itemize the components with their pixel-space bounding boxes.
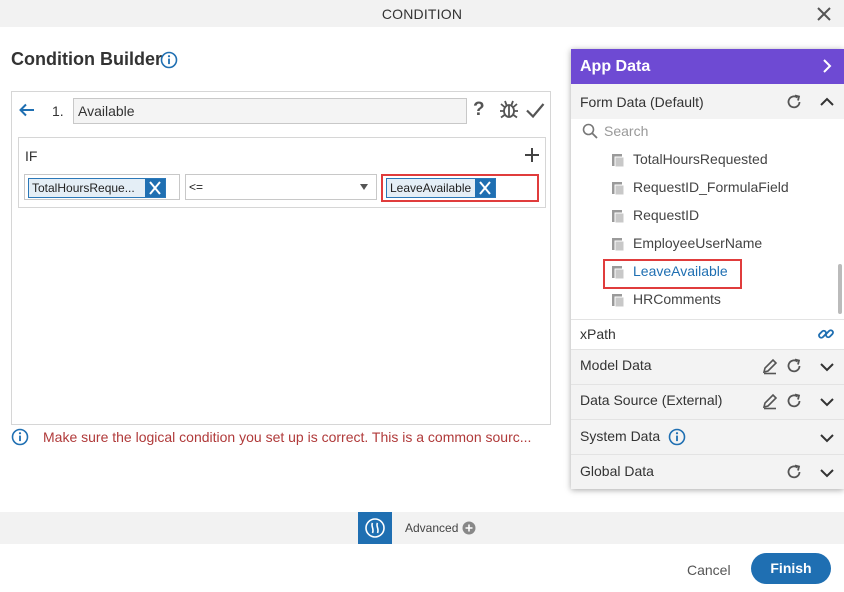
- right-operand-field[interactable]: LeaveAvailable: [381, 174, 539, 202]
- search-icon: [582, 123, 598, 139]
- app-data-panel: App Data Form Data (Default) TotalHoursR…: [571, 49, 844, 489]
- section-label: Model Data: [580, 357, 652, 373]
- field-icon: [612, 266, 625, 280]
- advanced-icon: [365, 518, 385, 538]
- help-icon[interactable]: ?: [473, 99, 489, 121]
- check-icon[interactable]: [524, 99, 546, 121]
- refresh-icon[interactable]: [785, 357, 803, 375]
- field-icon: [612, 154, 625, 168]
- chevron-right-icon[interactable]: [819, 58, 835, 74]
- chevron-up-icon[interactable]: [818, 93, 836, 111]
- section-label: xPath: [580, 326, 616, 342]
- refresh-icon[interactable]: [785, 93, 803, 111]
- left-operand-chip: TotalHoursReque...: [28, 178, 166, 198]
- right-operand-chip: LeaveAvailable: [386, 178, 496, 198]
- if-label: IF: [25, 148, 38, 164]
- operator-select[interactable]: <=: [185, 174, 377, 200]
- chevron-down-icon[interactable]: [818, 393, 836, 411]
- chevron-down-icon[interactable]: [818, 429, 836, 447]
- search-row: [571, 119, 844, 143]
- page-title: Condition Builder: [11, 49, 162, 69]
- advanced-button[interactable]: [358, 512, 392, 544]
- advanced-label[interactable]: Advanced: [405, 521, 458, 535]
- field-icon: [612, 238, 625, 252]
- info-icon[interactable]: [668, 428, 686, 446]
- link-icon[interactable]: [817, 325, 835, 343]
- condition-panel: 1. ? IF TotalHoursReque... <= LeaveA: [11, 91, 551, 425]
- field-name: LeaveAvailable: [633, 263, 728, 279]
- section-label: Form Data (Default): [580, 94, 704, 110]
- section-system-data[interactable]: System Data: [571, 419, 844, 454]
- app-data-header: App Data: [571, 49, 844, 84]
- section-label: System Data: [580, 428, 661, 444]
- close-icon[interactable]: [814, 4, 834, 24]
- field-name: EmployeeUserName: [633, 235, 763, 251]
- field-icon: [612, 210, 625, 224]
- edit-icon[interactable]: [761, 357, 779, 375]
- search-input[interactable]: [604, 121, 804, 141]
- field-icon: [612, 182, 625, 196]
- section-form-data[interactable]: Form Data (Default): [571, 84, 844, 119]
- remove-icon[interactable]: [475, 179, 495, 197]
- edit-icon[interactable]: [761, 392, 779, 410]
- section-label: Global Data: [580, 463, 654, 479]
- plus-icon[interactable]: [523, 146, 541, 164]
- left-operand-label: TotalHoursReque...: [32, 181, 135, 195]
- left-operand-field[interactable]: TotalHoursReque...: [24, 174, 180, 200]
- condition-number: 1.: [52, 103, 64, 119]
- section-global-data[interactable]: Global Data: [571, 454, 844, 489]
- field-name: RequestID: [633, 207, 700, 223]
- refresh-icon[interactable]: [785, 463, 803, 481]
- chevron-down-icon[interactable]: [818, 358, 836, 376]
- section-xpath[interactable]: xPath: [571, 319, 844, 349]
- refresh-icon[interactable]: [785, 392, 803, 410]
- condition-name-input[interactable]: [73, 98, 467, 124]
- field-icon: [612, 294, 625, 308]
- back-arrow-icon[interactable]: [18, 101, 36, 119]
- field-name: HRComments: [633, 291, 721, 307]
- chevron-down-icon: [360, 184, 368, 190]
- dialog-titlebar: CONDITION: [0, 0, 844, 27]
- scrollbar[interactable]: [838, 264, 842, 314]
- dialog-title: CONDITION: [381, 6, 463, 22]
- cancel-button[interactable]: Cancel: [687, 562, 731, 578]
- plus-circle-icon[interactable]: [462, 521, 476, 535]
- bug-icon[interactable]: [498, 98, 520, 120]
- chevron-down-icon[interactable]: [818, 464, 836, 482]
- section-label: Data Source (External): [580, 392, 723, 408]
- section-model-data[interactable]: Model Data: [571, 349, 844, 384]
- info-icon[interactable]: [160, 51, 178, 69]
- section-data-source[interactable]: Data Source (External): [571, 384, 844, 419]
- app-data-title: App Data: [580, 58, 651, 75]
- field-name: RequestID_FormulaField: [633, 179, 789, 195]
- warning-message: Make sure the logical condition you set …: [43, 429, 532, 445]
- field-name: TotalHoursRequested: [633, 151, 768, 167]
- finish-button[interactable]: Finish: [751, 553, 831, 584]
- right-operand-label: LeaveAvailable: [390, 181, 472, 195]
- remove-icon[interactable]: [145, 179, 165, 197]
- if-clause: IF TotalHoursReque... <= LeaveAvailable: [18, 137, 546, 208]
- info-icon: [11, 428, 29, 446]
- operator-value: <=: [189, 180, 204, 194]
